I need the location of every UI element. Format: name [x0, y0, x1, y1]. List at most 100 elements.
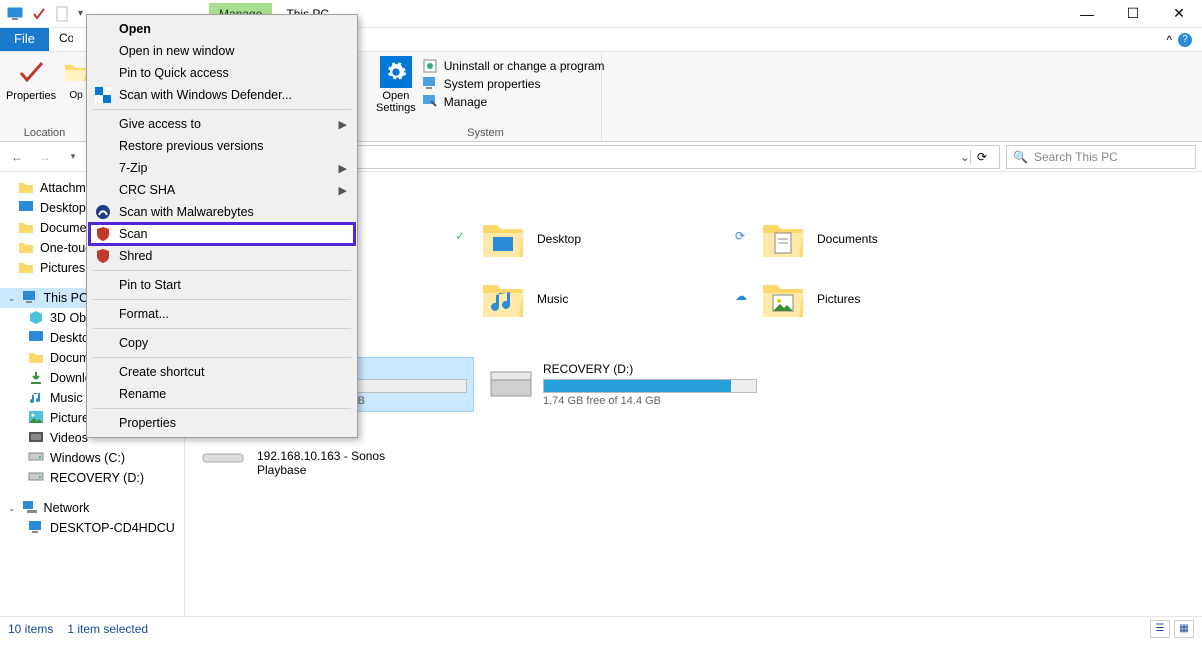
menu-item-label: Format...: [119, 307, 169, 321]
refresh-button[interactable]: ⟳: [970, 150, 993, 164]
drive-free-text: 1.74 GB free of 14.4 GB: [543, 395, 757, 407]
menu-item[interactable]: Scan with Malwarebytes: [89, 201, 355, 223]
tree-item-label: Music: [50, 391, 83, 405]
menu-item[interactable]: Create shortcut: [89, 361, 355, 383]
qat-thispc-icon[interactable]: [6, 5, 24, 23]
icons-view-button[interactable]: ▦: [1174, 620, 1194, 638]
context-menu[interactable]: Open Open in new window Pin to Quick acc…: [86, 14, 358, 438]
folder-label: Pictures: [817, 292, 860, 306]
sync-badge-icon: ✓: [455, 229, 465, 243]
folder-item[interactable]: Music: [473, 269, 753, 329]
help-icon[interactable]: ?: [1178, 33, 1192, 47]
pictures-icon: [28, 410, 44, 426]
menu-item[interactable]: Pin to Start: [89, 274, 355, 296]
menu-item[interactable]: Restore previous versions: [89, 135, 355, 157]
folder-item[interactable]: ⟳ Documents: [753, 209, 1033, 269]
menu-item-label: Properties: [119, 416, 176, 430]
ribbon-group-location: Properties Op Location: [0, 54, 90, 141]
menu-item[interactable]: Format...: [89, 303, 355, 325]
folder-label: Desktop: [537, 232, 581, 246]
qat-dropdown-icon[interactable]: ▾: [78, 8, 83, 19]
menu-item[interactable]: Scan: [89, 223, 355, 245]
menu-item[interactable]: Rename: [89, 383, 355, 405]
close-button[interactable]: ✕: [1156, 0, 1202, 28]
address-dropdown-icon[interactable]: ⌄: [960, 150, 970, 164]
network-icon: [22, 500, 38, 516]
menu-item-label: Scan with Windows Defender...: [119, 88, 292, 102]
menu-item[interactable]: CRC SHA ▶: [89, 179, 355, 201]
tree-item-label: RECOVERY (D:): [50, 471, 144, 485]
system-group-label: System: [376, 127, 595, 139]
search-box[interactable]: 🔍 Search This PC: [1006, 145, 1196, 169]
maximize-button[interactable]: ☐: [1110, 0, 1156, 28]
menu-item[interactable]: Pin to Quick access: [89, 62, 355, 84]
system-list: Uninstall or change a program System pro…: [422, 56, 605, 114]
menu-separator: [93, 270, 351, 271]
menu-item[interactable]: Properties: [89, 412, 355, 434]
menu-item[interactable]: Copy: [89, 332, 355, 354]
status-selected-count: 1 item selected: [67, 622, 148, 636]
recent-dropdown[interactable]: ▾: [62, 146, 84, 168]
menu-item-label: Create shortcut: [119, 365, 204, 379]
folder-icon: [479, 215, 527, 263]
tree-item-label: Desktop: [40, 201, 86, 215]
menu-separator: [93, 299, 351, 300]
desktop-icon: [28, 330, 44, 346]
collapse-caret-icon[interactable]: ^: [1166, 33, 1172, 47]
minimize-button[interactable]: —: [1064, 0, 1110, 28]
computer-tab[interactable]: Computer: [49, 28, 73, 51]
open-settings-button[interactable]: Open Settings: [376, 56, 416, 114]
menu-item[interactable]: Give access to ▶: [89, 113, 355, 135]
open-label: Op: [69, 90, 82, 101]
tree-item-label: Pictures: [40, 261, 85, 275]
folder-icon: [18, 220, 34, 236]
folder-icon: [759, 275, 807, 323]
properties-button[interactable]: Properties: [6, 56, 56, 102]
details-view-button[interactable]: ☰: [1150, 620, 1170, 638]
folder-item[interactable]: ✓ Desktop: [473, 209, 753, 269]
submenu-arrow-icon: ▶: [339, 118, 347, 131]
uninstall-program-button[interactable]: Uninstall or change a program: [422, 58, 605, 74]
drive-icon: [489, 362, 533, 402]
video-icon: [28, 430, 44, 446]
drive-item[interactable]: RECOVERY (D:) 1.74 GB free of 14.4 GB: [483, 358, 763, 411]
tree-item-label: Videos: [50, 431, 88, 445]
menu-item[interactable]: Open: [89, 18, 355, 40]
qat-new-icon[interactable]: [54, 5, 72, 23]
back-button[interactable]: ←: [6, 146, 28, 168]
menu-item[interactable]: Shred: [89, 245, 355, 267]
qat-properties-icon[interactable]: [30, 5, 48, 23]
manage-button[interactable]: Manage: [422, 94, 605, 110]
sync-badge-icon: ☁: [735, 289, 747, 303]
mcafee-icon: [95, 248, 111, 264]
tree-item[interactable]: DESKTOP-CD4HDCU: [0, 518, 184, 538]
defender-icon: [95, 87, 111, 103]
system-props-label: System properties: [444, 77, 541, 91]
network-device-item[interactable]: 192.168.10.163 - Sonos Playbase: [193, 444, 393, 482]
menu-item[interactable]: 7-Zip ▶: [89, 157, 355, 179]
menu-item-label: Restore previous versions: [119, 139, 264, 153]
system-properties-button[interactable]: System properties: [422, 76, 605, 92]
mb-icon: [95, 204, 111, 220]
menu-item[interactable]: Scan with Windows Defender...: [89, 84, 355, 106]
ribbon-collapse[interactable]: ^ ?: [1156, 28, 1202, 51]
menu-item-label: Scan with Malwarebytes: [119, 205, 254, 219]
drive-icon: [28, 470, 44, 486]
tree-item-label: DESKTOP-CD4HDCU: [50, 521, 175, 535]
open-settings-label: Open Settings: [376, 90, 416, 114]
menu-item-label: Scan: [119, 227, 148, 241]
tree-item-label: Windows (C:): [50, 451, 125, 465]
file-tab[interactable]: File: [0, 28, 49, 51]
tree-item-network[interactable]: ⌄Network: [0, 498, 184, 518]
folder-item[interactable]: ☁ Pictures: [753, 269, 1033, 329]
pc-icon: [28, 520, 44, 536]
forward-button[interactable]: →: [34, 146, 56, 168]
folder-label: Music: [537, 292, 568, 306]
properties-label: Properties: [6, 90, 56, 102]
menu-item-label: 7-Zip: [119, 161, 147, 175]
tree-item[interactable]: Windows (C:): [0, 448, 184, 468]
status-item-count: 10 items: [8, 622, 53, 636]
menu-item[interactable]: Open in new window: [89, 40, 355, 62]
tree-item[interactable]: RECOVERY (D:): [0, 468, 184, 488]
tree-item-label: This PC: [44, 291, 88, 305]
